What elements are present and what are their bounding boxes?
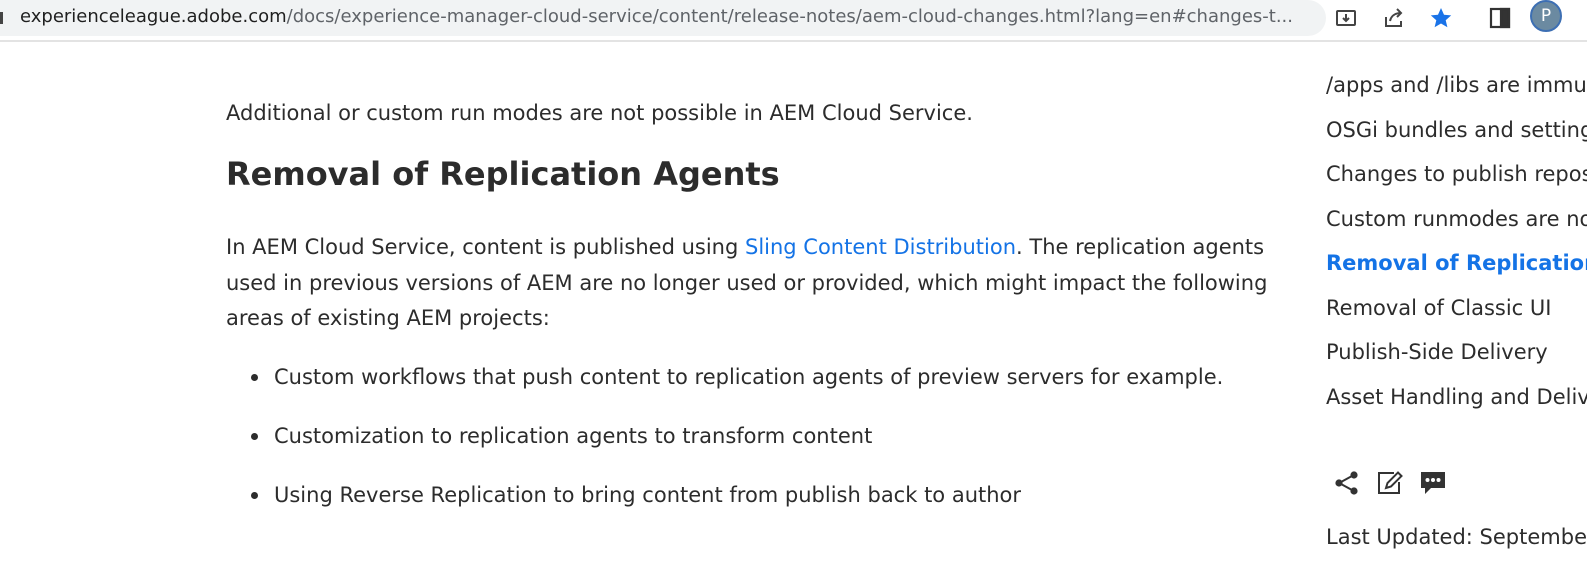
toc-item-classic-ui[interactable]: Removal of Classic UI bbox=[1326, 289, 1587, 334]
bookmark-star-icon[interactable] bbox=[1425, 2, 1457, 34]
list-item-text: Custom workflows that push content to re… bbox=[274, 365, 1224, 389]
last-updated-text: Last Updated: September bbox=[1326, 525, 1587, 549]
list-item: Using Reverse Replication to bring conte… bbox=[226, 478, 1223, 537]
sling-content-distribution-link[interactable]: Sling Content Distribution bbox=[745, 235, 1016, 259]
url-host: experienceleague.adobe.com bbox=[20, 6, 287, 27]
share-icon[interactable] bbox=[1378, 2, 1410, 34]
table-of-contents: /apps and /libs are immutable at runtime… bbox=[1326, 66, 1587, 422]
bullet-icon bbox=[251, 374, 258, 381]
share-icon[interactable] bbox=[1330, 466, 1364, 500]
url-path: /docs/experience-manager-cloud-service/c… bbox=[286, 6, 1293, 27]
tab-edge bbox=[0, 12, 3, 24]
bullet-list: Custom workflows that push content to re… bbox=[226, 360, 1223, 537]
side-panel-icon[interactable] bbox=[1484, 2, 1516, 34]
url-text[interactable]: experienceleague.adobe.com/docs/experien… bbox=[20, 5, 1316, 29]
toc-item-custom-runmodes[interactable]: Custom runmodes are not allowed bbox=[1326, 200, 1587, 245]
toc-item-osgi-bundles[interactable]: OSGi bundles and settings bbox=[1326, 111, 1587, 156]
edit-icon[interactable] bbox=[1373, 466, 1407, 500]
bullet-icon bbox=[251, 433, 258, 440]
feedback-icon[interactable] bbox=[1416, 466, 1450, 500]
browser-toolbar: experienceleague.adobe.com/docs/experien… bbox=[0, 0, 1587, 42]
profile-avatar[interactable]: P bbox=[1530, 0, 1562, 32]
list-item-text: Customization to replication agents to t… bbox=[274, 424, 873, 448]
section-paragraph: In AEM Cloud Service, content is publish… bbox=[226, 230, 1276, 337]
toc-item-replication-agents[interactable]: Removal of Replication Agents bbox=[1326, 244, 1587, 289]
para-text-before-link: In AEM Cloud Service, content is publish… bbox=[226, 235, 745, 259]
intro-text: Additional or custom run modes are not p… bbox=[226, 101, 973, 125]
bullet-icon bbox=[251, 492, 258, 499]
toc-item-apps-libs[interactable]: /apps and /libs are immutable at runtime bbox=[1326, 66, 1587, 111]
address-bar[interactable]: experienceleague.adobe.com/docs/experien… bbox=[0, 0, 1356, 36]
list-item: Custom workflows that push content to re… bbox=[226, 360, 1223, 419]
list-item-text: Using Reverse Replication to bring conte… bbox=[274, 483, 1022, 507]
toc-item-publish-side-delivery[interactable]: Publish-Side Delivery bbox=[1326, 333, 1587, 378]
list-item: Customization to replication agents to t… bbox=[226, 419, 1223, 478]
toc-item-asset-handling[interactable]: Asset Handling and Delivery bbox=[1326, 378, 1587, 423]
section-heading: Removal of Replication Agents bbox=[226, 155, 780, 193]
install-app-icon[interactable] bbox=[1330, 2, 1362, 34]
toc-item-publish-repository[interactable]: Changes to publish repository bbox=[1326, 155, 1587, 200]
